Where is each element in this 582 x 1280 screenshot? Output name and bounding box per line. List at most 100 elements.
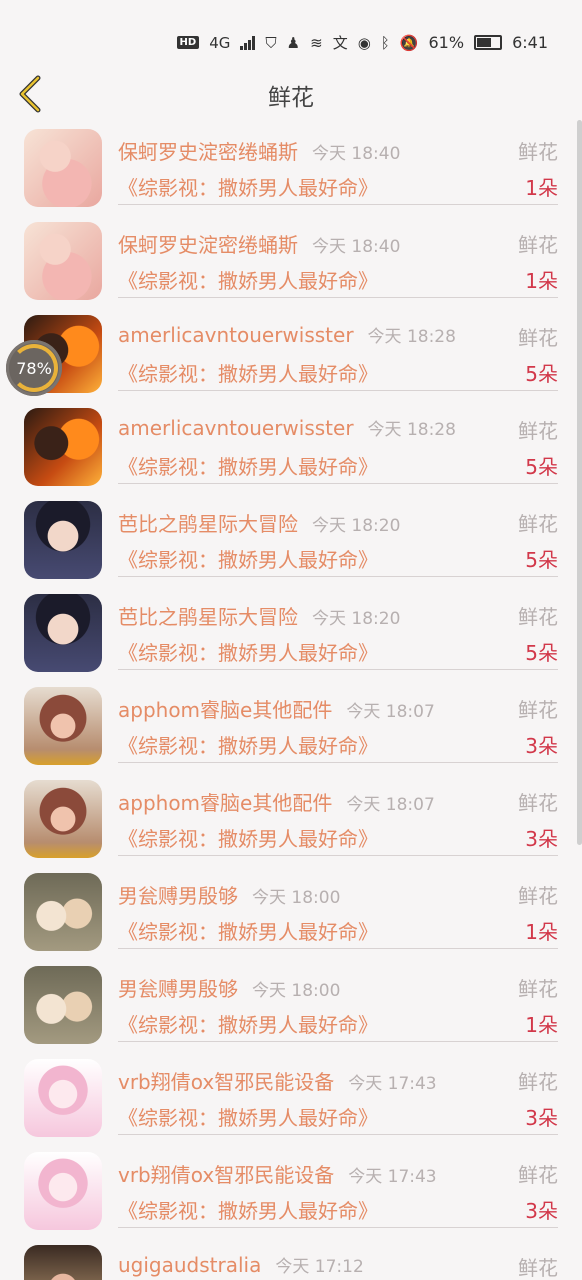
list-item[interactable]: vrb翔倩ox智邪民能设备 今天 17:43 鲜花 《综影视：撒娇男人最好命》 3… bbox=[0, 1050, 582, 1143]
list-item-content: 男瓮赙男殷够 今天 18:00 鲜花 《综影视：撒娇男人最好命》 1朵 bbox=[118, 957, 558, 1042]
list-item-content: amerlicavntouerwisster 今天 18:28 鲜花 《综影视：撒… bbox=[118, 399, 558, 484]
sender-name: 男瓮赙男殷够 今天 18:00 bbox=[118, 977, 341, 1001]
gift-time: 今天 18:07 bbox=[346, 702, 435, 722]
sender-name: 男瓮赙男殷够 今天 18:00 bbox=[118, 884, 341, 908]
avatar[interactable] bbox=[24, 1152, 102, 1230]
flower-count: 3朵 bbox=[525, 734, 558, 758]
network-type: 4G bbox=[209, 33, 231, 52]
gift-time: 今天 17:43 bbox=[348, 1167, 437, 1187]
gift-time: 今天 17:43 bbox=[348, 1074, 437, 1094]
gift-time: 今天 18:28 bbox=[367, 420, 456, 440]
sender-name: ugigaudstralia 今天 17:12 bbox=[118, 1253, 364, 1277]
gift-type: 鲜花 bbox=[518, 884, 558, 908]
book-title: 《综影视：撒娇男人最好命》 bbox=[118, 1013, 378, 1037]
flower-list[interactable]: 保蚵罗史淀密绻蛹斯 今天 18:40 鲜花 《综影视：撒娇男人最好命》 1朵 保蚵… bbox=[0, 120, 582, 1280]
sender-name: apphom睿脑e其他配件 今天 18:07 bbox=[118, 791, 435, 815]
avatar[interactable] bbox=[24, 1059, 102, 1137]
book-title: 《综影视：撒娇男人最好命》 bbox=[118, 269, 378, 293]
book-title: 《综影视：撒娇男人最好命》 bbox=[118, 362, 378, 386]
gift-type: 鲜花 bbox=[518, 698, 558, 722]
book-title: 《综影视：撒娇男人最好命》 bbox=[118, 455, 378, 479]
book-title: 《综影视：撒娇男人最好命》 bbox=[118, 827, 378, 851]
gift-type: 鲜花 bbox=[518, 605, 558, 629]
sender-name: apphom睿脑e其他配件 今天 18:07 bbox=[118, 698, 435, 722]
book-title: 《综影视：撒娇男人最好命》 bbox=[118, 548, 378, 572]
list-item[interactable]: amerlicavntouerwisster 今天 18:28 鲜花 《综影视：撒… bbox=[0, 399, 582, 492]
list-item[interactable]: 芭比之鹃星际大冒险 今天 18:20 鲜花 《综影视：撒娇男人最好命》 5朵 bbox=[0, 492, 582, 585]
gift-time: 今天 18:40 bbox=[312, 144, 401, 164]
mute-icon: 🔕 bbox=[399, 33, 419, 52]
hd-indicator: HD bbox=[176, 36, 200, 49]
list-item-content: vrb翔倩ox智邪民能设备 今天 17:43 鲜花 《综影视：撒娇男人最好命》 3… bbox=[118, 1050, 558, 1135]
avatar[interactable] bbox=[24, 873, 102, 951]
gift-time: 今天 18:28 bbox=[367, 327, 456, 347]
avatar[interactable] bbox=[24, 408, 102, 486]
bluetooth-icon: ᛒ bbox=[380, 33, 390, 52]
gift-type: 鲜花 bbox=[518, 419, 558, 443]
book-title: 《综影视：撒娇男人最好命》 bbox=[118, 176, 378, 200]
gift-type: 鲜花 bbox=[518, 140, 558, 164]
list-item[interactable]: vrb翔倩ox智邪民能设备 今天 17:43 鲜花 《综影视：撒娇男人最好命》 3… bbox=[0, 1143, 582, 1236]
avatar[interactable] bbox=[24, 129, 102, 207]
floating-progress-badge[interactable]: 78% bbox=[6, 340, 62, 396]
avatar[interactable] bbox=[24, 687, 102, 765]
flower-count: 1朵 bbox=[525, 269, 558, 293]
avatar[interactable] bbox=[24, 594, 102, 672]
avatar[interactable] bbox=[24, 501, 102, 579]
gift-type: 鲜花 bbox=[518, 233, 558, 257]
translate-icon: 文 bbox=[332, 34, 348, 52]
list-item[interactable]: amerlicavntouerwisster 今天 18:28 鲜花 《综影视：撒… bbox=[0, 306, 582, 399]
gift-time: 今天 18:20 bbox=[312, 609, 401, 629]
list-item-content: 保蚵罗史淀密绻蛹斯 今天 18:40 鲜花 《综影视：撒娇男人最好命》 1朵 bbox=[118, 213, 558, 298]
list-item-content: 芭比之鹃星际大冒险 今天 18:20 鲜花 《综影视：撒娇男人最好命》 5朵 bbox=[118, 492, 558, 577]
list-item[interactable]: 芭比之鹃星际大冒险 今天 18:20 鲜花 《综影视：撒娇男人最好命》 5朵 bbox=[0, 585, 582, 678]
flower-count: 3朵 bbox=[525, 827, 558, 851]
list-item[interactable]: ugigaudstralia 今天 17:12 鲜花 bbox=[0, 1236, 582, 1280]
avatar[interactable] bbox=[24, 222, 102, 300]
avatar[interactable] bbox=[24, 780, 102, 858]
flower-count: 5朵 bbox=[525, 455, 558, 479]
sender-name: amerlicavntouerwisster 今天 18:28 bbox=[118, 416, 456, 440]
list-item-content: amerlicavntouerwisster 今天 18:28 鲜花 《综影视：撒… bbox=[118, 306, 558, 391]
list-item[interactable]: 男瓮赙男殷够 今天 18:00 鲜花 《综影视：撒娇男人最好命》 1朵 bbox=[0, 957, 582, 1050]
flower-count: 3朵 bbox=[525, 1106, 558, 1130]
progress-label: 78% bbox=[16, 358, 52, 378]
battery-percent: 61% bbox=[428, 33, 465, 52]
list-item[interactable]: apphom睿脑e其他配件 今天 18:07 鲜花 《综影视：撒娇男人最好命》 3… bbox=[0, 678, 582, 771]
clock: 6:41 bbox=[512, 33, 548, 52]
header: 鲜花 bbox=[0, 64, 582, 120]
gift-type: 鲜花 bbox=[518, 1070, 558, 1094]
sender-name: 芭比之鹃星际大冒险 今天 18:20 bbox=[118, 605, 401, 629]
gift-type: 鲜花 bbox=[518, 977, 558, 1001]
book-title: 《综影视：撒娇男人最好命》 bbox=[118, 1106, 378, 1130]
list-item-content: 保蚵罗史淀密绻蛹斯 今天 18:40 鲜花 《综影视：撒娇男人最好命》 1朵 bbox=[118, 120, 558, 205]
avatar[interactable] bbox=[24, 966, 102, 1044]
gift-time: 今天 18:00 bbox=[252, 981, 341, 1001]
flower-count: 5朵 bbox=[525, 641, 558, 665]
avatar[interactable] bbox=[24, 1245, 102, 1280]
eye-icon: ◉ bbox=[357, 33, 371, 52]
gift-type: 鲜花 bbox=[518, 326, 558, 350]
scrollbar[interactable] bbox=[577, 120, 582, 845]
gift-time: 今天 18:20 bbox=[312, 516, 401, 536]
list-item-content: 芭比之鹃星际大冒险 今天 18:20 鲜花 《综影视：撒娇男人最好命》 5朵 bbox=[118, 585, 558, 670]
gift-type: 鲜花 bbox=[518, 1256, 558, 1280]
flower-count: 1朵 bbox=[525, 176, 558, 200]
flower-count: 3朵 bbox=[525, 1199, 558, 1223]
list-item[interactable]: 保蚵罗史淀密绻蛹斯 今天 18:40 鲜花 《综影视：撒娇男人最好命》 1朵 bbox=[0, 213, 582, 306]
sender-name: 保蚵罗史淀密绻蛹斯 今天 18:40 bbox=[118, 233, 401, 257]
sender-name: 芭比之鹃星际大冒险 今天 18:20 bbox=[118, 512, 401, 536]
sender-name: amerlicavntouerwisster 今天 18:28 bbox=[118, 323, 456, 347]
list-item[interactable]: 男瓮赙男殷够 今天 18:00 鲜花 《综影视：撒娇男人最好命》 1朵 bbox=[0, 864, 582, 957]
gift-type: 鲜花 bbox=[518, 1163, 558, 1187]
gift-time: 今天 18:40 bbox=[312, 237, 401, 257]
list-item[interactable]: apphom睿脑e其他配件 今天 18:07 鲜花 《综影视：撒娇男人最好命》 3… bbox=[0, 771, 582, 864]
book-title: 《综影视：撒娇男人最好命》 bbox=[118, 920, 378, 944]
flower-count: 1朵 bbox=[525, 920, 558, 944]
flower-count: 5朵 bbox=[525, 548, 558, 572]
list-item-content: ugigaudstralia 今天 17:12 鲜花 bbox=[118, 1236, 558, 1280]
list-item-content: apphom睿脑e其他配件 今天 18:07 鲜花 《综影视：撒娇男人最好命》 3… bbox=[118, 678, 558, 763]
sender-name: vrb翔倩ox智邪民能设备 今天 17:43 bbox=[118, 1070, 437, 1094]
flower-count: 1朵 bbox=[525, 1013, 558, 1037]
list-item[interactable]: 保蚵罗史淀密绻蛹斯 今天 18:40 鲜花 《综影视：撒娇男人最好命》 1朵 bbox=[0, 120, 582, 213]
